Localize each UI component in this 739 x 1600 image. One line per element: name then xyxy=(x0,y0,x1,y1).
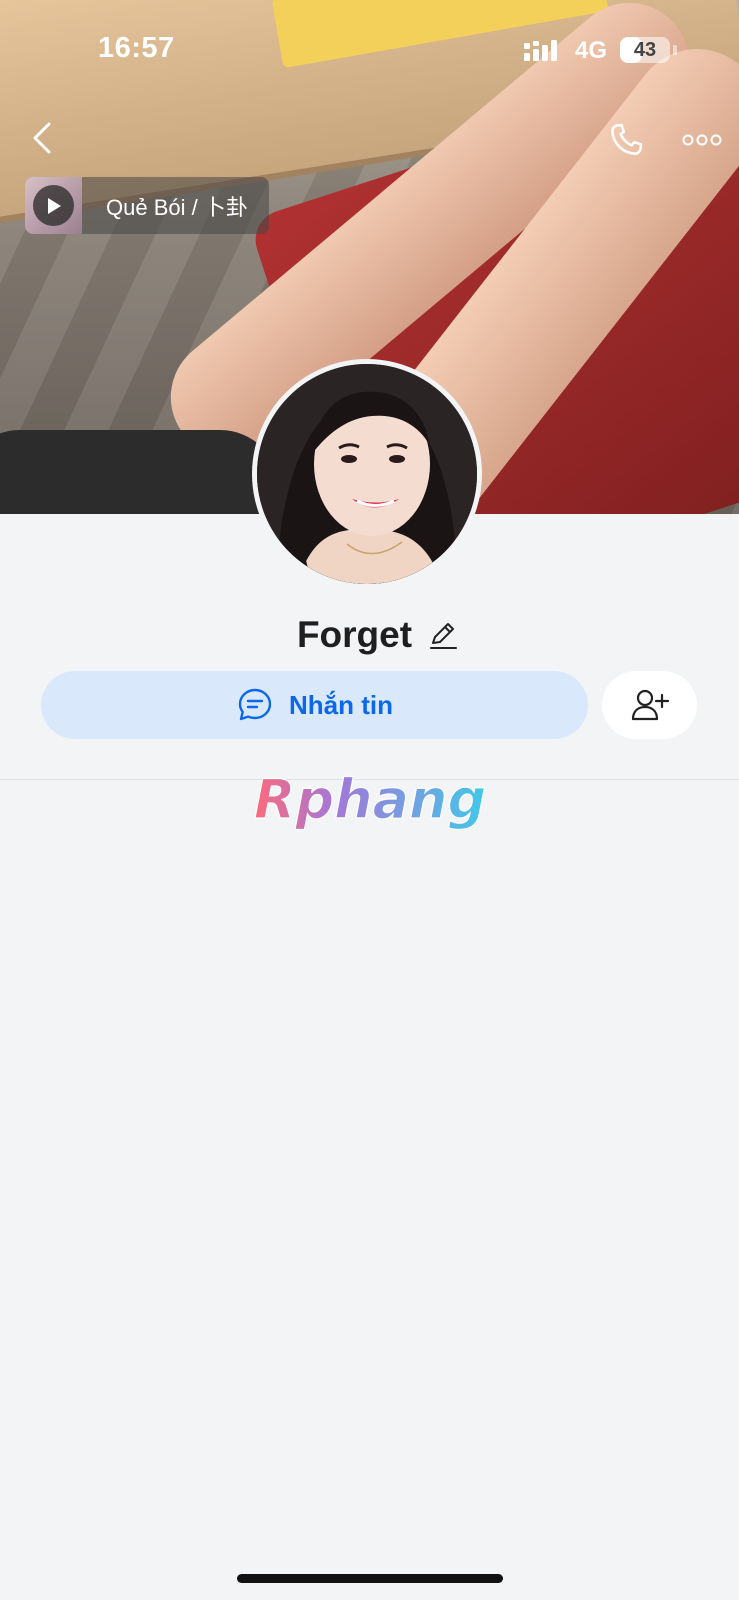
phone-icon[interactable] xyxy=(604,118,648,162)
play-icon[interactable] xyxy=(33,185,74,226)
chevron-left-icon[interactable] xyxy=(22,118,62,158)
music-thumbnail xyxy=(25,177,82,234)
profile-name-row: Forget xyxy=(0,610,739,660)
pencil-icon[interactable] xyxy=(426,618,460,652)
avatar[interactable] xyxy=(252,359,482,589)
chat-bubble-icon xyxy=(236,686,274,724)
svg-text:Rphang: Rphang xyxy=(253,768,485,831)
cover-dark-cloth xyxy=(0,430,280,514)
status-bar: 16:57 4G 43 xyxy=(0,0,739,100)
message-button-label: Nhắn tin xyxy=(289,689,393,720)
network-type: 4G xyxy=(575,37,608,64)
watermark-logo: Rphang xyxy=(0,767,739,838)
profile-name: Forget xyxy=(296,614,413,655)
battery-level: 43 xyxy=(633,39,657,61)
battery-icon: 43 xyxy=(620,37,670,63)
more-horizontal-icon[interactable] xyxy=(678,118,726,162)
message-button[interactable]: Nhắn tin xyxy=(41,671,588,739)
music-title: Quẻ Bói / 卜卦 xyxy=(106,194,248,220)
battery-cap xyxy=(673,45,677,55)
status-time: 16:57 xyxy=(98,32,175,64)
add-friend-button[interactable] xyxy=(602,671,697,739)
signal-icon xyxy=(524,40,557,61)
profile-music-player[interactable]: Quẻ Bói / 卜卦 xyxy=(25,177,269,234)
user-plus-icon xyxy=(631,689,669,721)
home-indicator xyxy=(237,1574,503,1583)
